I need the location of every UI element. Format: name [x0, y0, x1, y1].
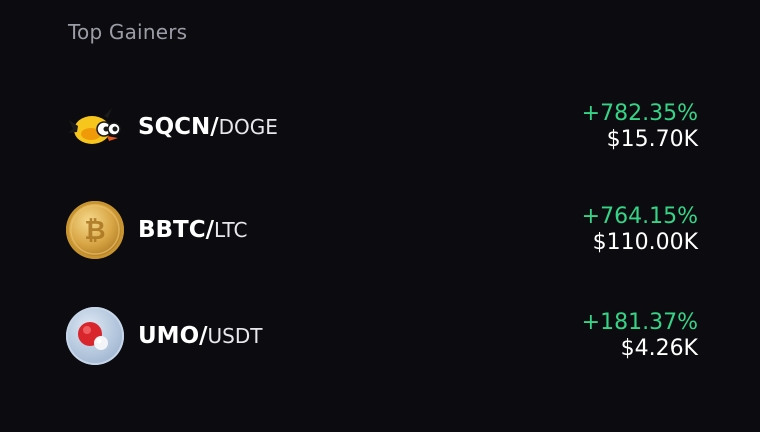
- gainer-row-bbtc[interactable]: ₿ BBTC / LTC +764.15% $110.00K: [66, 198, 698, 262]
- panel-title: Top Gainers: [68, 20, 188, 44]
- change-percent: +764.15%: [581, 203, 698, 229]
- price-value: $110.00K: [592, 230, 698, 255]
- trading-pair: SQCN / DOGE: [138, 114, 278, 140]
- change-percent: +181.37%: [581, 309, 698, 335]
- molecule-coin-icon: [66, 307, 124, 365]
- row-left: UMO / USDT: [66, 307, 262, 365]
- quote-symbol: USDT: [207, 324, 263, 348]
- change-percent: +782.35%: [581, 100, 698, 126]
- pair-slash: /: [210, 114, 219, 140]
- pair-slash: /: [205, 217, 215, 243]
- base-symbol: UMO: [138, 323, 200, 349]
- quote-symbol: DOGE: [218, 115, 278, 139]
- base-symbol: BBTC: [138, 217, 206, 243]
- bird-coin-icon: [66, 98, 124, 156]
- gainer-row-umo[interactable]: UMO / USDT +181.37% $4.26K: [66, 304, 698, 368]
- row-right: +181.37% $4.26K: [582, 310, 698, 363]
- base-symbol: SQCN: [138, 114, 211, 140]
- bitcoin-coin-icon: ₿: [66, 201, 124, 259]
- top-gainers-panel: Top Gainers SQCN / DOGE +782.35% $15.70K…: [0, 0, 760, 432]
- quote-symbol: LTC: [214, 218, 248, 242]
- row-right: +764.15% $110.00K: [582, 204, 698, 257]
- price-value: $4.26K: [620, 336, 698, 361]
- row-left: ₿ BBTC / LTC: [66, 201, 247, 259]
- row-left: SQCN / DOGE: [66, 98, 278, 156]
- price-value: $15.70K: [606, 127, 698, 152]
- pair-slash: /: [199, 323, 208, 349]
- row-right: +782.35% $15.70K: [582, 101, 698, 154]
- gainer-row-sqcn[interactable]: SQCN / DOGE +782.35% $15.70K: [66, 95, 698, 159]
- svg-text:₿: ₿: [84, 216, 105, 246]
- trading-pair: BBTC / LTC: [138, 217, 247, 243]
- trading-pair: UMO / USDT: [138, 323, 262, 349]
